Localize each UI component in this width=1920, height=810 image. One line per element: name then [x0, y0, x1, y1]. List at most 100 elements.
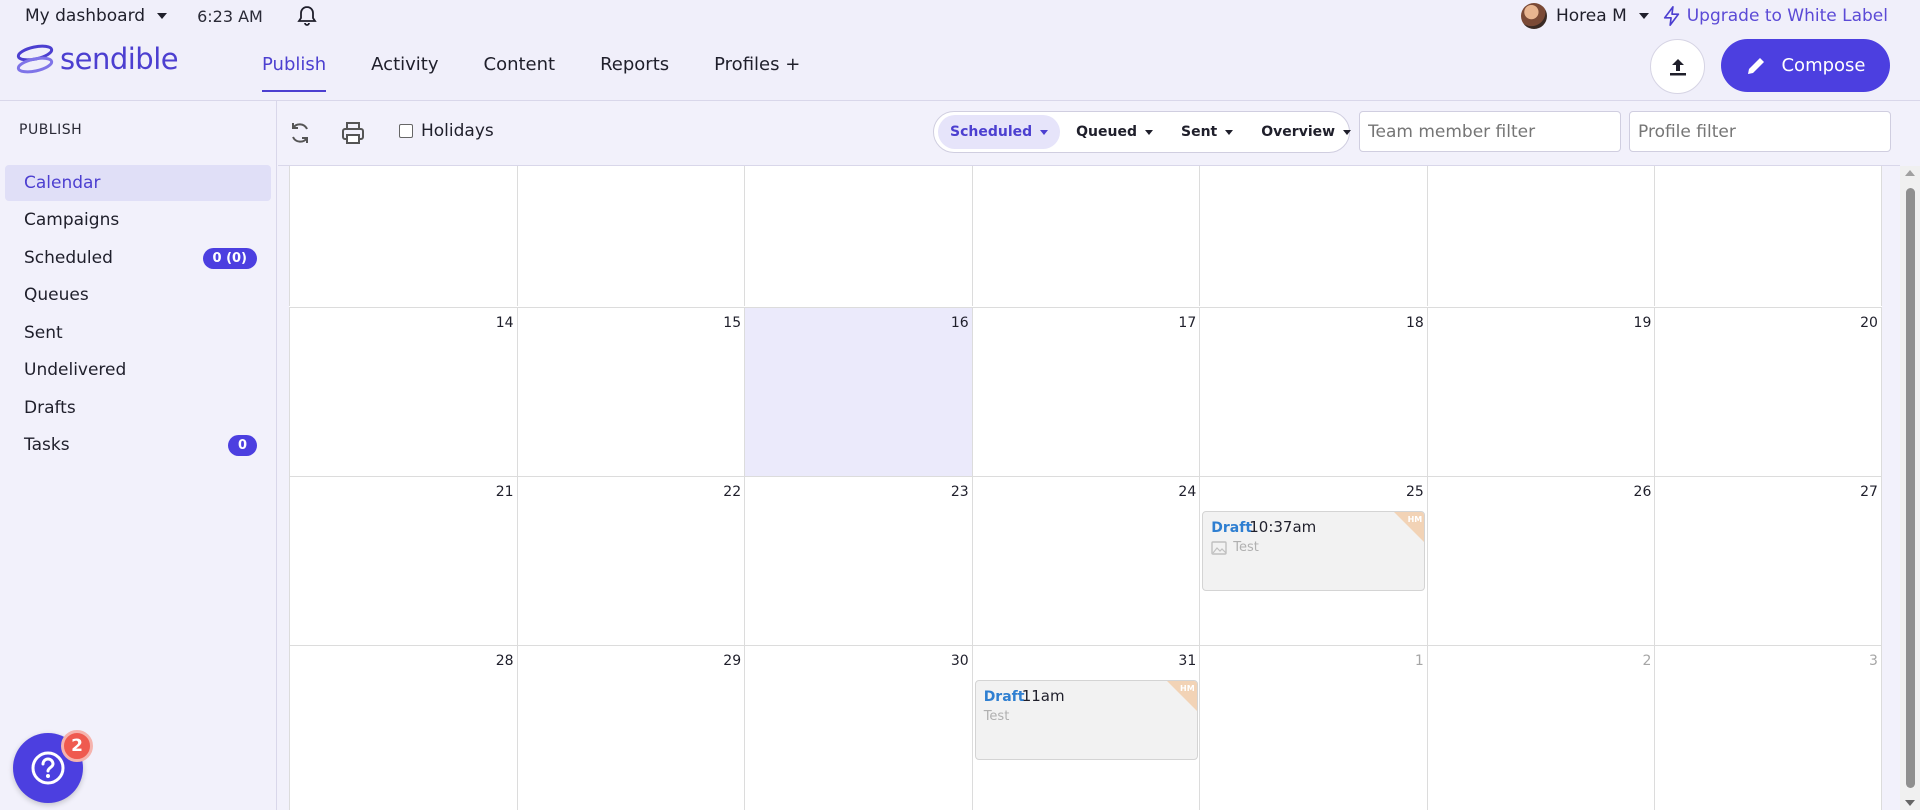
- calendar-day-cell[interactable]: [1199, 166, 1427, 306]
- scroll-thumb[interactable]: [1906, 188, 1915, 788]
- print-icon[interactable]: [340, 120, 366, 146]
- view-segment: Scheduled Queued Sent Overview: [933, 111, 1352, 153]
- day-number: 24: [1178, 484, 1197, 500]
- sidebar-item-campaigns[interactable]: Campaigns: [5, 202, 271, 238]
- owner-initials: HM: [1407, 515, 1423, 524]
- scroll-up-arrow[interactable]: [1905, 170, 1915, 176]
- post-time: 10:37am: [1249, 518, 1317, 536]
- segment-label: Overview: [1261, 124, 1336, 140]
- nav-activity[interactable]: Activity: [371, 30, 438, 100]
- segment-scheduled[interactable]: Scheduled: [938, 115, 1061, 149]
- calendar-day-cell[interactable]: 31 HM Draft 11am Test: [971, 646, 1200, 810]
- image-icon: [1211, 540, 1227, 555]
- calendar-day-cell[interactable]: 24: [971, 477, 1200, 645]
- calendar-day-cell[interactable]: 30: [744, 646, 972, 810]
- sidebar-item-drafts[interactable]: Drafts: [5, 390, 271, 426]
- post-body: Test: [1211, 540, 1259, 555]
- refresh-icon[interactable]: [287, 120, 313, 146]
- calendar-day-cell[interactable]: [1426, 166, 1655, 306]
- sidebar-item-queues[interactable]: Queues: [5, 277, 271, 313]
- calendar-day-cell[interactable]: 26: [1426, 477, 1655, 645]
- sidebar-item-label: Drafts: [24, 398, 76, 418]
- calendar-day-cell[interactable]: 20: [1654, 308, 1882, 476]
- segment-label: Queued: [1076, 124, 1138, 140]
- current-time: 6:23 AM: [197, 6, 263, 26]
- calendar-week-row: 28 29 30 31 HM Draft 11am Test 1 2 3: [289, 645, 1882, 810]
- calendar-day-cell[interactable]: [744, 166, 972, 306]
- owner-initials: HM: [1180, 684, 1195, 693]
- calendar-day-cell[interactable]: 16: [744, 308, 972, 476]
- segment-queued[interactable]: Queued: [1064, 115, 1165, 149]
- team-member-filter-input[interactable]: [1359, 111, 1621, 152]
- compose-button[interactable]: Compose: [1721, 39, 1890, 92]
- day-number: 22: [723, 484, 742, 500]
- segment-sent[interactable]: Sent: [1169, 115, 1245, 149]
- sidebar-item-calendar[interactable]: Calendar: [5, 165, 271, 201]
- calendar-week-row: 14 15 16 17 18 19 20: [289, 307, 1882, 476]
- bell-icon[interactable]: [295, 4, 319, 28]
- day-number: 15: [723, 315, 742, 331]
- nav-content[interactable]: Content: [484, 30, 556, 100]
- calendar-day-cell[interactable]: 25 HM Draft 10:37am Test: [1199, 477, 1427, 645]
- avatar[interactable]: [1520, 3, 1547, 29]
- question-icon: [31, 751, 65, 785]
- segment-overview[interactable]: Overview: [1249, 115, 1363, 149]
- dashboard-selector[interactable]: My dashboard: [25, 6, 145, 26]
- calendar-day-cell[interactable]: [289, 166, 517, 306]
- calendar-day-cell[interactable]: 14: [289, 308, 517, 476]
- calendar-day-cell[interactable]: [1654, 166, 1882, 306]
- scroll-down-arrow[interactable]: [1905, 800, 1915, 806]
- nav-publish[interactable]: Publish: [262, 30, 327, 100]
- profile-filter-input[interactable]: [1629, 111, 1891, 152]
- logo[interactable]: sendible: [14, 41, 179, 77]
- chevron-down-icon: [1040, 129, 1049, 135]
- calendar-day-cell[interactable]: 23: [744, 477, 972, 645]
- day-number: 26: [1633, 484, 1652, 500]
- logo-text: sendible: [60, 42, 179, 76]
- day-number: 1: [1414, 653, 1424, 669]
- calendar-day-cell[interactable]: 1: [1199, 646, 1427, 810]
- day-number: 17: [1178, 315, 1197, 331]
- calendar-grid: 14 15 16 17 18 19 20 21 22 23 24 25 HM Draft 10:37am Te…: [289, 166, 1882, 810]
- calendar-day-cell[interactable]: 2: [1426, 646, 1655, 810]
- calendar-post-card[interactable]: HM Draft 11am Test: [974, 680, 1198, 760]
- calendar-post-card[interactable]: HM Draft 10:37am Test: [1202, 511, 1426, 591]
- calendar-day-cell[interactable]: 27: [1654, 477, 1882, 645]
- sidebar-item-label: Calendar: [24, 173, 101, 193]
- sidebar-heading: PUBLISH: [19, 122, 83, 138]
- calendar-day-cell[interactable]: 15: [516, 308, 745, 476]
- sidebar-item-tasks[interactable]: Tasks 0: [5, 427, 271, 463]
- upload-button[interactable]: [1650, 39, 1705, 94]
- segment-label: Scheduled: [950, 124, 1033, 140]
- chevron-down-icon[interactable]: [1638, 13, 1649, 19]
- day-number: 2: [1642, 653, 1652, 669]
- nav-reports[interactable]: Reports: [600, 30, 669, 100]
- sidebar-item-scheduled[interactable]: Scheduled 0 (0): [5, 240, 271, 276]
- post-status: Draft: [983, 689, 1025, 705]
- sidebar-item-sent[interactable]: Sent: [5, 315, 271, 351]
- sidebar-item-undelivered[interactable]: Undelivered: [5, 352, 271, 388]
- nav-profiles[interactable]: Profiles +: [714, 30, 800, 100]
- utility-left: My dashboard 6:23 AM: [25, 4, 319, 28]
- calendar-day-cell[interactable]: [971, 166, 1200, 306]
- calendar-day-cell[interactable]: 22: [516, 477, 745, 645]
- day-number: 30: [950, 653, 969, 669]
- calendar-week-row: 21 22 23 24 25 HM Draft 10:37am Test 26 27: [289, 476, 1882, 645]
- calendar-day-cell[interactable]: 17: [971, 308, 1200, 476]
- calendar-day-cell[interactable]: 21: [289, 477, 517, 645]
- chevron-down-icon: [1225, 129, 1234, 135]
- sidebar-item-label: Sent: [24, 323, 63, 343]
- holidays-checkbox[interactable]: [399, 124, 413, 138]
- calendar-day-cell[interactable]: 19: [1426, 308, 1655, 476]
- chevron-down-icon[interactable]: [157, 13, 168, 19]
- holidays-toggle[interactable]: Holidays: [399, 121, 494, 141]
- calendar-day-cell[interactable]: 18: [1199, 308, 1427, 476]
- vertical-scrollbar[interactable]: [1900, 166, 1920, 810]
- calendar-day-cell[interactable]: 29: [516, 646, 745, 810]
- calendar-day-cell[interactable]: 3: [1654, 646, 1882, 810]
- calendar-day-cell[interactable]: 28: [289, 646, 517, 810]
- calendar-day-cell[interactable]: [516, 166, 745, 306]
- upgrade-link[interactable]: Upgrade to White Label: [1687, 6, 1888, 26]
- sidebar-item-label: Queues: [24, 285, 89, 305]
- user-menu[interactable]: Horea M: [1556, 6, 1627, 26]
